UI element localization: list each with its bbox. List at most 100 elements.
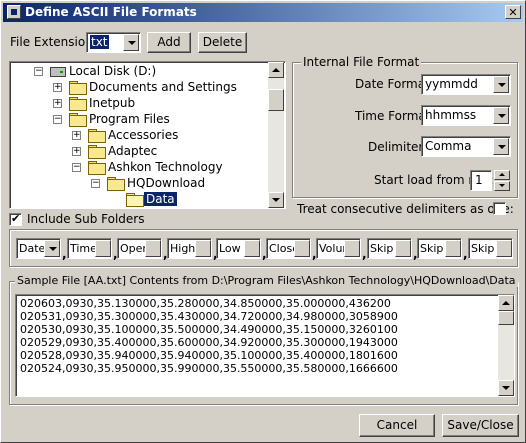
scroll-thumb[interactable]: [268, 89, 284, 111]
tree-item-data[interactable]: Data: [10, 192, 270, 208]
field-select-10[interactable]: Skip: [468, 238, 513, 259]
save-close-button-label: Save/Close: [447, 418, 514, 432]
chevron-down-icon[interactable]: [95, 240, 111, 257]
folder-icon: [88, 161, 106, 175]
delimiter-value: Comma: [425, 139, 472, 153]
chevron-down-icon[interactable]: [344, 240, 360, 257]
field-select-4[interactable]: High: [167, 238, 212, 259]
spin-up-icon[interactable]: [494, 170, 510, 180]
include-sub-folders-label: Include Sub Folders: [27, 212, 145, 226]
sample-line: 020528,0930,35.940000,35.940000,35.10000…: [20, 349, 398, 362]
collapse-icon[interactable]: −: [72, 163, 81, 172]
chevron-down-icon[interactable]: [244, 240, 260, 257]
include-sub-folders-checkbox[interactable]: [9, 212, 22, 226]
chevron-down-icon[interactable]: [496, 240, 512, 257]
scroll-thumb[interactable]: [498, 311, 514, 325]
tree-item-adaptec[interactable]: + Adaptec: [10, 144, 270, 160]
field-select-8[interactable]: Skip: [367, 238, 412, 259]
scroll-down-icon[interactable]: [268, 192, 284, 208]
date-format-value: yymmdd: [425, 77, 478, 91]
field-select-1[interactable]: Date: [16, 238, 61, 259]
time-format-select[interactable]: hhmmss: [421, 105, 511, 126]
folder-tree[interactable]: − Local Disk (D:) + Documents and Settin…: [9, 61, 286, 209]
window-title: Define ASCII File Formats: [25, 5, 197, 19]
start-row-input[interactable]: 1: [470, 170, 492, 191]
delimiter-label: Delimiter:: [368, 140, 428, 154]
tree-item-label: HQDownload: [127, 176, 206, 190]
delete-button[interactable]: Delete: [198, 32, 247, 53]
field-value: Time: [70, 242, 96, 255]
field-select-5[interactable]: Low: [216, 238, 261, 259]
cancel-button[interactable]: Cancel: [359, 414, 435, 437]
chevron-down-icon[interactable]: [493, 76, 509, 93]
field-select-3[interactable]: Open: [117, 238, 162, 259]
field-value: Date: [19, 242, 45, 255]
scroll-up-icon[interactable]: [498, 295, 514, 311]
tree-item-hqdownload[interactable]: − HQDownload: [10, 176, 270, 192]
drive-icon: [50, 67, 66, 77]
field-select-6[interactable]: Close: [266, 238, 311, 259]
folder-icon: [88, 145, 106, 159]
folder-open-icon: [126, 193, 144, 207]
sample-file-contents[interactable]: 020603,0930,35.130000,35.280000,34.85000…: [15, 294, 515, 397]
spin-down-icon[interactable]: [494, 181, 510, 191]
collapse-icon[interactable]: −: [91, 179, 100, 188]
tree-item-label: Program Files: [89, 112, 170, 126]
field-select-7[interactable]: Volume: [316, 238, 361, 259]
tree-item-documents[interactable]: + Documents and Settings: [10, 80, 270, 96]
scroll-up-icon[interactable]: [268, 62, 284, 78]
tree-scrollbar[interactable]: [268, 62, 284, 208]
tree-item-local-disk[interactable]: − Local Disk (D:): [10, 64, 270, 80]
chevron-down-icon[interactable]: [145, 240, 161, 257]
collapse-icon[interactable]: −: [53, 115, 62, 124]
chevron-down-icon[interactable]: [395, 240, 411, 257]
dialog-window: Define ASCII File Formats ✕ File Extensi…: [0, 0, 526, 443]
scroll-down-icon[interactable]: [498, 380, 514, 396]
sample-line: 020530,0930,35.100000,35.500000,34.49000…: [20, 323, 398, 336]
chevron-down-icon[interactable]: [123, 34, 139, 51]
add-button-label: Add: [157, 35, 181, 49]
tree-item-accessories[interactable]: + Accessories: [10, 128, 270, 144]
sample-file-title: Sample File [AA.txt] Contents from D:\Pr…: [15, 274, 518, 287]
chevron-down-icon[interactable]: [493, 138, 509, 155]
sample-line: 020524,0930,35.950000,35.990000,35.55000…: [20, 362, 398, 375]
start-row-value: 1: [475, 173, 483, 187]
collapse-icon[interactable]: −: [34, 67, 43, 76]
date-format-select[interactable]: yymmdd: [421, 74, 511, 95]
cancel-button-label: Cancel: [376, 418, 418, 432]
close-icon[interactable]: ✕: [505, 5, 521, 19]
sample-line: 020603,0930,35.130000,35.280000,34.85000…: [20, 297, 391, 310]
tree-item-label: Inetpub: [89, 96, 136, 110]
field-value: High: [170, 242, 196, 255]
expand-icon[interactable]: +: [53, 83, 62, 92]
consecutive-delimiters-label: Treat consecutive delimiters as one:: [297, 202, 514, 216]
tree-item-label: Ashkon Technology: [108, 160, 223, 174]
chevron-down-icon[interactable]: [445, 240, 461, 257]
chevron-down-icon[interactable]: [195, 240, 211, 257]
save-close-button[interactable]: Save/Close: [442, 414, 519, 437]
tree-item-ashkon[interactable]: − Ashkon Technology: [10, 160, 270, 176]
field-select-2[interactable]: Time: [67, 238, 112, 259]
delimiter-select[interactable]: Comma: [421, 136, 511, 157]
field-value: Skip: [370, 242, 394, 255]
sample-scrollbar[interactable]: [498, 295, 514, 396]
field-separator: ,: [463, 247, 468, 261]
chevron-down-icon[interactable]: [493, 107, 509, 124]
expand-icon[interactable]: +: [53, 99, 62, 108]
add-button[interactable]: Add: [147, 32, 191, 53]
tree-item-label: Data: [144, 192, 177, 206]
tree-item-program-files[interactable]: − Program Files: [10, 112, 270, 128]
title-bar[interactable]: Define ASCII File Formats ✕: [3, 3, 523, 22]
consecutive-delimiters-checkbox[interactable]: [493, 202, 506, 215]
expand-icon[interactable]: +: [72, 147, 81, 156]
tree-item-label: Accessories: [108, 128, 179, 142]
chevron-down-icon[interactable]: [44, 240, 60, 257]
file-extension-select[interactable]: txt: [86, 32, 141, 53]
field-select-9[interactable]: Skip: [417, 238, 462, 259]
field-value: Volume: [319, 242, 345, 255]
field-value: Open: [120, 242, 146, 255]
expand-icon[interactable]: +: [72, 131, 81, 140]
folder-icon: [69, 81, 87, 95]
chevron-down-icon[interactable]: [294, 240, 310, 257]
tree-item-inetpub[interactable]: + Inetpub: [10, 96, 270, 112]
